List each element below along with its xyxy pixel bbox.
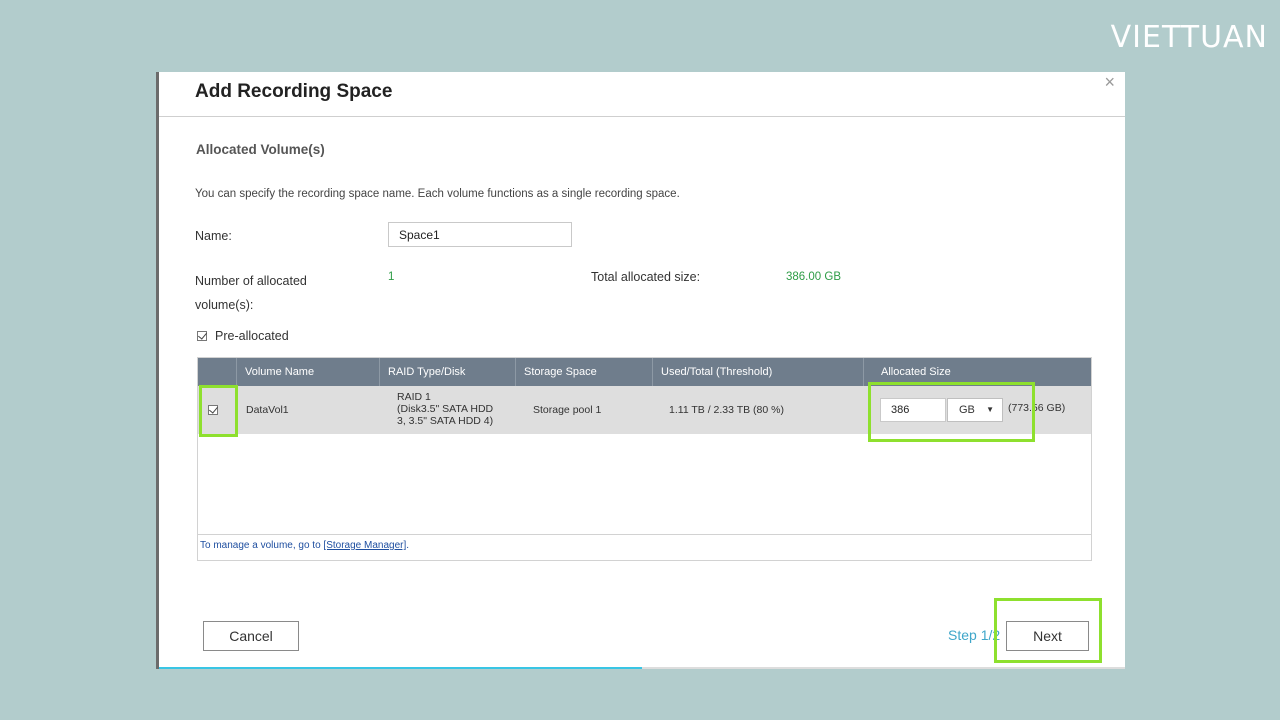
volume-name-cell: DataVol1 <box>246 404 289 416</box>
title-divider <box>159 116 1125 117</box>
raid-line2: (Disk3.5" SATA HDD <box>397 403 494 415</box>
allocated-size-highlight <box>868 382 1035 442</box>
header-used-total: Used/Total (Threshold) <box>653 358 864 386</box>
progress-track <box>159 667 1125 669</box>
section-title: Allocated Volume(s) <box>196 142 325 157</box>
footnote: To manage a volume, go to [Storage Manag… <box>200 540 409 551</box>
total-size-value: 386.00 GB <box>786 271 841 283</box>
footnote-suffix: . <box>406 540 410 551</box>
description-text: You can specify the recording space name… <box>195 188 680 200</box>
raid-line3: 3, 3.5" SATA HDD 4) <box>397 415 494 427</box>
name-input[interactable] <box>388 222 572 247</box>
num-volumes-label-line1: Number of allocated <box>195 274 307 288</box>
raid-type-cell: RAID 1 (Disk3.5" SATA HDD 3, 3.5" SATA H… <box>397 391 507 427</box>
add-recording-space-dialog: Add Recording Space × Allocated Volume(s… <box>156 72 1125 669</box>
table-footer-divider <box>198 534 1091 535</box>
header-select-cell <box>198 358 237 386</box>
header-volume-name: Volume Name <box>237 358 380 386</box>
name-label: Name: <box>195 229 232 243</box>
raid-line1: RAID 1 <box>397 391 431 403</box>
next-button-highlight <box>994 598 1102 663</box>
cancel-button[interactable]: Cancel <box>203 621 299 651</box>
num-volumes-label: Number of allocated volume(s): <box>195 269 307 317</box>
total-size-label: Total allocated size: <box>591 270 701 284</box>
storage-manager-link[interactable]: [Storage Manager] <box>323 540 406 551</box>
dialog-title: Add Recording Space <box>195 81 393 102</box>
num-volumes-value: 1 <box>388 271 395 283</box>
used-total-cell: 1.11 TB / 2.33 TB (80 %) <box>669 404 784 416</box>
step-indicator: Step 1/2 <box>948 627 1001 643</box>
header-storage-space: Storage Space <box>516 358 653 386</box>
checkbox-highlight <box>199 385 238 437</box>
storage-space-cell: Storage pool 1 <box>533 404 602 416</box>
header-raid-type: RAID Type/Disk <box>380 358 516 386</box>
brand-logo: VIETTUAN <box>1110 20 1268 55</box>
preallocated-checkbox[interactable] <box>197 331 207 341</box>
preallocated-option[interactable]: Pre-allocated <box>197 329 289 343</box>
footnote-prefix: To manage a volume, go to <box>200 540 324 551</box>
num-volumes-label-line2: volume(s): <box>195 298 254 312</box>
preallocated-label: Pre-allocated <box>215 329 289 343</box>
close-icon[interactable]: × <box>1104 72 1115 93</box>
progress-fill <box>159 667 642 669</box>
